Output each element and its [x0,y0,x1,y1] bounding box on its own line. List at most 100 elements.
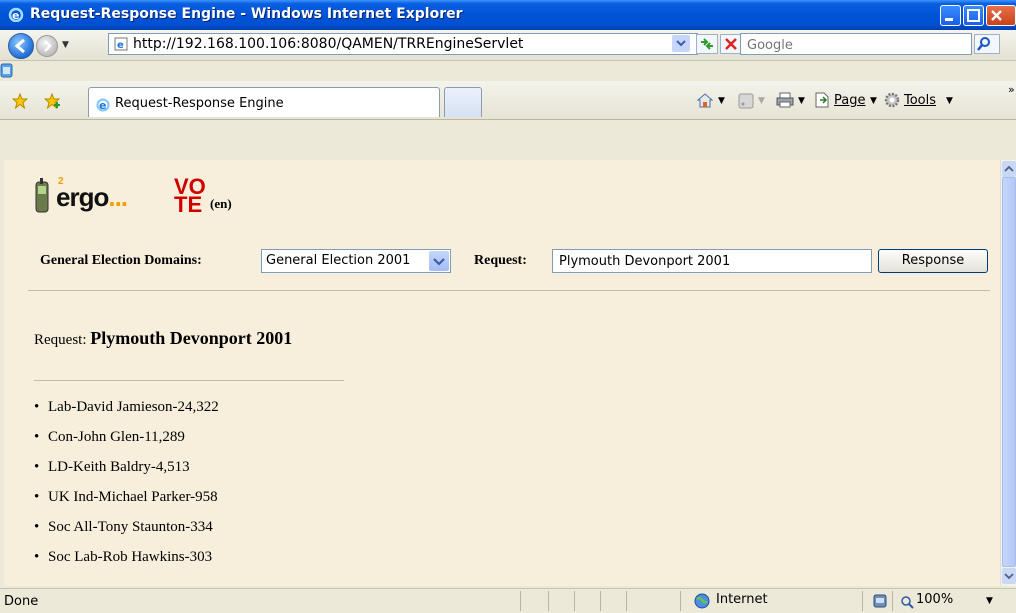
vertical-scrollbar[interactable] [1000,160,1016,586]
domain-dropdown-button[interactable] [429,251,449,271]
window-title: Request-Response Engine - Windows Intern… [30,6,463,22]
print-icon[interactable] [776,92,794,108]
search-icon [977,37,990,51]
browser-viewport: 2 ergo... VO TE (en) General Election Do… [0,120,1016,588]
request-input[interactable] [552,249,872,273]
status-separator [680,591,681,611]
toolbar-icon[interactable] [0,63,14,79]
address-toolbar: ▼ e http://192.168.100.106:8080/QAMEN/TR… [0,30,1016,61]
protected-mode-icon[interactable] [872,593,888,609]
url-text: http://192.168.100.106:8080/QAMEN/TRREng… [133,36,524,52]
scroll-up-button[interactable] [1002,161,1016,177]
svg-text:e: e [12,9,19,22]
favorites-star-icon[interactable] [12,93,28,109]
ergo-logo-text: ergo [56,182,109,212]
tools-menu[interactable]: Tools [904,93,936,108]
status-separator [520,591,521,611]
ergo-logo-dots: ... [108,182,128,212]
list-item: UK Ind-Michael Parker-958 [34,482,219,512]
zoom-dropdown-icon[interactable]: ▼ [986,596,993,606]
new-tab-button[interactable] [444,87,482,117]
stop-icon [725,38,737,50]
list-item: Soc All-Tony Staunton-334 [34,512,219,542]
phone-logo-icon [35,178,49,213]
tab-label: Request-Response Engine [115,96,284,111]
toolbar-overflow-chevron-icon[interactable]: » [1008,83,1015,96]
maximize-icon [967,9,980,22]
back-button[interactable] [8,33,34,59]
close-button[interactable] [986,5,1016,26]
ergo-logo: ergo... [56,182,128,213]
title-bar[interactable]: e Request-Response Engine - Windows Inte… [0,0,1016,30]
page-icon[interactable] [814,92,830,108]
stop-button[interactable] [720,34,742,54]
gear-icon[interactable] [884,92,900,108]
result-request-prefix: Request: [34,332,87,348]
globe-icon [694,593,710,609]
status-separator [862,591,863,611]
ie-icon: e [96,98,110,112]
refresh-button[interactable] [696,34,718,54]
page-dropdown-icon[interactable]: ▼ [870,96,877,106]
vote-logo-bottom: TE [174,192,203,217]
result-request-heading: Request: Plymouth Devonport 2001 [34,328,292,349]
search-button[interactable] [974,34,1000,54]
chevron-down-icon [672,35,690,52]
results-list: Lab-David Jamieson-24,322 Con-John Glen-… [34,392,219,572]
page-menu[interactable]: Page [834,93,865,108]
minimize-button[interactable] [940,5,961,26]
security-zone: Internet [716,592,768,607]
status-separator [626,591,627,611]
forward-arrow-icon [44,40,52,52]
status-bar: Done Internet 100% ▼ [0,588,1016,613]
forward-button[interactable] [36,35,58,57]
minimize-icon [945,18,953,21]
back-arrow-icon [14,38,25,54]
status-separator [574,591,575,611]
print-dropdown-icon[interactable]: ▼ [798,96,805,106]
address-dropdown-button[interactable] [670,33,694,55]
response-button[interactable]: Response [878,249,988,273]
status-separator [892,591,893,611]
vote-logo: VO TE [174,176,206,217]
address-bar[interactable]: e http://192.168.100.106:8080/QAMEN/TRRE… [108,33,698,55]
chevron-down-icon [433,258,445,266]
divider [28,290,990,291]
tools-dropdown-icon[interactable]: ▼ [946,96,953,106]
request-label: Request: [474,253,527,268]
feeds-icon[interactable] [738,93,754,109]
chevron-up-icon [1004,165,1014,172]
status-separator [600,591,601,611]
ie-icon: e [8,7,24,22]
home-icon[interactable] [696,92,714,108]
domain-selected-value: General Election 2001 [266,253,411,268]
list-item: LD-Keith Baldry-4,513 [34,452,219,482]
svg-text:e: e [99,99,106,112]
tab-request-response-engine[interactable]: e Request-Response Engine [88,87,440,117]
language-label: (en) [210,196,232,211]
scroll-down-button[interactable] [1002,568,1016,584]
refresh-icon [701,38,713,50]
chevron-down-icon [1004,573,1014,580]
domain-select[interactable]: General Election 2001 [261,249,451,273]
page-ie-icon: e [114,37,128,51]
zoom-icon [901,596,914,609]
search-box[interactable] [740,33,972,56]
feeds-dropdown-icon[interactable]: ▼ [758,96,765,106]
web-page: 2 ergo... VO TE (en) General Election Do… [4,160,1000,586]
tab-bar: e Request-Response Engine ▼ ▼ ▼ Page ▼ T… [0,81,1016,120]
list-item: Con-John Glen-11,289 [34,422,219,452]
result-divider [34,380,344,381]
recent-pages-dropdown-icon[interactable]: ▼ [62,40,69,50]
close-icon [991,10,1002,21]
links-toolbar [0,61,1016,81]
search-input[interactable] [745,35,969,56]
zoom-level[interactable]: 100% [916,592,953,607]
status-separator [548,591,549,611]
list-item: Soc Lab-Rob Hawkins-303 [34,542,219,572]
maximize-button[interactable] [963,5,984,26]
add-favorites-icon[interactable] [44,93,62,109]
domains-label: General Election Domains: [40,253,202,268]
home-dropdown-icon[interactable]: ▼ [718,96,725,106]
scrollbar-thumb[interactable] [1002,177,1016,567]
